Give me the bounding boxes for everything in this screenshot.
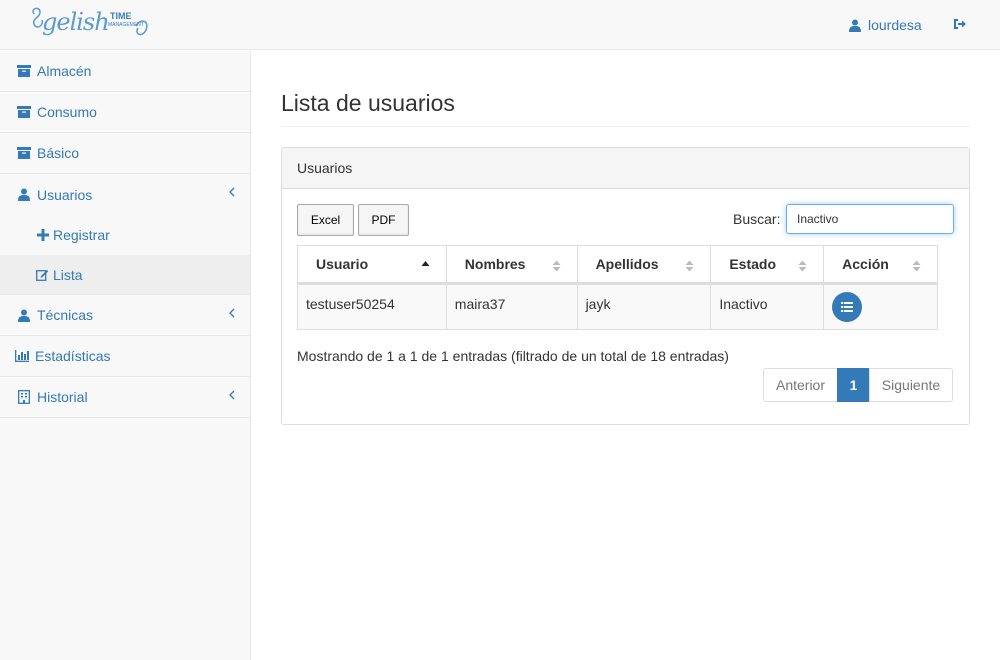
sort-both-icon bbox=[912, 260, 921, 272]
column-header-accion[interactable]: Acción bbox=[823, 245, 938, 285]
user-icon bbox=[849, 19, 861, 32]
sort-both-icon bbox=[552, 260, 561, 272]
sidebar-subitem-registrar[interactable]: Registrar bbox=[0, 215, 250, 255]
sign-out-icon bbox=[954, 19, 966, 29]
pagination-next[interactable]: Siguiente bbox=[869, 368, 953, 402]
title-divider bbox=[281, 126, 970, 127]
sidebar-item-estadisticas[interactable]: Estadísticas bbox=[0, 336, 250, 377]
brand-sub: MANAGEMENT bbox=[108, 22, 144, 28]
sign-out-button[interactable] bbox=[953, 17, 969, 33]
sidebar-item-almacen[interactable]: Almacén bbox=[0, 51, 250, 92]
column-header-nombres[interactable]: Nombres bbox=[445, 245, 578, 285]
sort-both-icon bbox=[685, 260, 694, 272]
chevron-left-icon bbox=[229, 390, 235, 400]
sidebar-item-usuarios[interactable]: Usuarios bbox=[0, 174, 250, 215]
users-table: Usuario Nombres Apellidos Estado Acción bbox=[297, 245, 938, 330]
cell-usuario: testuser50254 bbox=[297, 283, 447, 330]
top-navbar: gelish TIME MANAGEMENT lourdesa bbox=[0, 0, 1000, 50]
sidebar-item-basico[interactable]: Básico bbox=[0, 133, 250, 174]
export-excel-button[interactable]: Excel bbox=[297, 204, 354, 236]
table-header-row: Usuario Nombres Apellidos Estado Acción bbox=[297, 245, 938, 285]
brand-time: TIME bbox=[110, 11, 132, 21]
sidebar-item-label: Usuarios bbox=[37, 186, 93, 203]
sidebar-item-label: Historial bbox=[37, 389, 88, 405]
cell-apellidos: jayk bbox=[576, 283, 712, 330]
panel-heading: Usuarios bbox=[282, 148, 969, 189]
user-name: lourdesa bbox=[868, 17, 922, 33]
sort-asc-icon bbox=[421, 261, 430, 266]
brand-name: gelish bbox=[42, 8, 110, 36]
column-header-usuario[interactable]: Usuario bbox=[297, 245, 447, 285]
cell-accion bbox=[823, 283, 938, 330]
list-icon bbox=[841, 302, 854, 312]
sidebar: Almacén Consumo Básico Usuarios Registra… bbox=[0, 51, 251, 660]
column-header-apellidos[interactable]: Apellidos bbox=[576, 245, 712, 285]
edit-icon bbox=[36, 268, 49, 281]
archive-icon bbox=[17, 146, 31, 160]
chevron-left-icon bbox=[229, 308, 235, 318]
user-menu[interactable]: lourdesa bbox=[849, 16, 922, 34]
plus-icon bbox=[36, 229, 49, 242]
sidebar-item-label: Almacén bbox=[37, 63, 92, 79]
sidebar-item-label: Consumo bbox=[37, 104, 97, 120]
cell-nombres: maira37 bbox=[445, 283, 578, 330]
building-icon bbox=[17, 390, 31, 404]
search-label: Buscar: bbox=[733, 211, 781, 227]
pagination-previous[interactable]: Anterior bbox=[763, 368, 838, 402]
sidebar-item-label: Técnicas bbox=[37, 307, 94, 323]
page-title: Lista de usuarios bbox=[281, 90, 455, 116]
sidebar-subitem-label: Registrar bbox=[53, 227, 110, 243]
table-info: Mostrando de 1 a 1 de 1 entradas (filtra… bbox=[297, 348, 729, 364]
sort-both-icon bbox=[798, 260, 807, 272]
brand-logo[interactable]: gelish TIME MANAGEMENT bbox=[28, 4, 153, 44]
table-row: testuser50254 maira37 jayk Inactivo bbox=[297, 283, 938, 330]
sidebar-subitem-lista[interactable]: Lista bbox=[0, 255, 250, 295]
column-header-estado[interactable]: Estado bbox=[710, 245, 825, 285]
pagination: Anterior 1 Siguiente bbox=[763, 368, 953, 402]
archive-icon bbox=[17, 105, 31, 119]
chevron-left-icon bbox=[229, 187, 235, 197]
row-actions-button[interactable] bbox=[832, 292, 863, 322]
archive-icon bbox=[17, 64, 31, 78]
user-icon bbox=[17, 188, 31, 202]
sidebar-item-historial[interactable]: Historial bbox=[0, 377, 250, 418]
user-icon bbox=[17, 308, 31, 322]
cell-estado: Inactivo bbox=[710, 283, 825, 330]
search-input[interactable] bbox=[786, 204, 954, 234]
sidebar-item-label: Básico bbox=[37, 145, 80, 161]
pagination-page-1[interactable]: 1 bbox=[837, 368, 870, 402]
sidebar-subitem-label: Lista bbox=[53, 266, 83, 283]
export-pdf-button[interactable]: PDF bbox=[358, 204, 409, 236]
sidebar-item-consumo[interactable]: Consumo bbox=[0, 92, 250, 133]
users-panel: Usuarios Excel PDF Buscar: Usuario Nombr… bbox=[281, 147, 970, 425]
bar-chart-icon bbox=[15, 349, 29, 363]
sidebar-item-tecnicas[interactable]: Técnicas bbox=[0, 295, 250, 336]
sidebar-item-label: Estadísticas bbox=[35, 348, 111, 364]
